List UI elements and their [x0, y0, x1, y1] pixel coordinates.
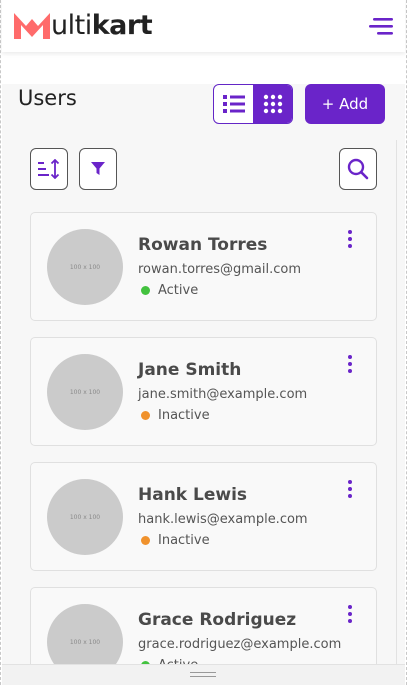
- user-card[interactable]: 100 x 100 Jane Smith jane.smith@example.…: [30, 337, 377, 446]
- search-button[interactable]: [339, 148, 377, 190]
- avatar: 100 x 100: [47, 479, 123, 555]
- logo-m-mark: [14, 13, 50, 39]
- page-title: Users: [18, 86, 77, 110]
- grid-view-icon: [263, 94, 282, 114]
- user-email: jane.smith@example.com: [138, 387, 308, 402]
- bottom-resize-bar: [2, 664, 405, 685]
- user-email: grace.rodriguez@example.com: [138, 637, 342, 652]
- grid-view-button[interactable]: [253, 85, 292, 123]
- user-name: Hank Lewis: [138, 485, 248, 505]
- more-options-icon[interactable]: [343, 229, 357, 249]
- user-name: Rowan Torres: [138, 235, 268, 255]
- avatar: 100 x 100: [47, 354, 123, 430]
- brand-logo[interactable]: ultikart: [14, 10, 153, 42]
- hamburger-menu-icon[interactable]: [369, 16, 393, 36]
- more-options-icon[interactable]: [343, 479, 357, 499]
- users-panel: 100 x 100 Rowan Torres rowan.torres@gmai…: [16, 140, 397, 685]
- filter-icon: [91, 162, 105, 175]
- view-mode-toggle: [213, 84, 293, 124]
- user-name: Jane Smith: [138, 360, 242, 380]
- status-badge: Active: [141, 283, 198, 298]
- user-card[interactable]: 100 x 100 Hank Lewis hank.lewis@example.…: [30, 462, 377, 571]
- status-label: Inactive: [158, 408, 210, 423]
- user-email: rowan.torres@gmail.com: [138, 262, 301, 277]
- user-name: Grace Rodriguez: [138, 610, 297, 630]
- status-dot: [141, 286, 150, 295]
- more-options-icon[interactable]: [343, 604, 357, 624]
- list-view-icon: [222, 95, 245, 113]
- search-icon: [347, 158, 369, 180]
- header-spacer: [2, 52, 405, 84]
- user-card[interactable]: 100 x 100 Rowan Torres rowan.torres@gmai…: [30, 212, 377, 321]
- avatar: 100 x 100: [47, 229, 123, 305]
- sort-icon: [38, 159, 60, 179]
- status-badge: Inactive: [141, 533, 210, 548]
- status-dot: [141, 411, 150, 420]
- status-label: Active: [158, 283, 199, 298]
- user-email: hank.lewis@example.com: [138, 512, 308, 527]
- filter-button[interactable]: [79, 148, 117, 190]
- resize-handle-icon[interactable]: [190, 672, 216, 678]
- add-user-button[interactable]: + Add: [305, 84, 385, 124]
- status-label: Inactive: [158, 533, 210, 548]
- logo-wordmark: ultikart: [51, 10, 153, 41]
- status-badge: Inactive: [141, 408, 210, 423]
- main-content: Users + Add 100 x 100 Rowan Torres rowan…: [2, 84, 405, 685]
- more-options-icon[interactable]: [343, 354, 357, 374]
- top-navbar: ultikart: [2, 0, 405, 52]
- list-view-button[interactable]: [214, 85, 253, 123]
- sort-button[interactable]: [30, 148, 68, 190]
- status-dot: [141, 536, 150, 545]
